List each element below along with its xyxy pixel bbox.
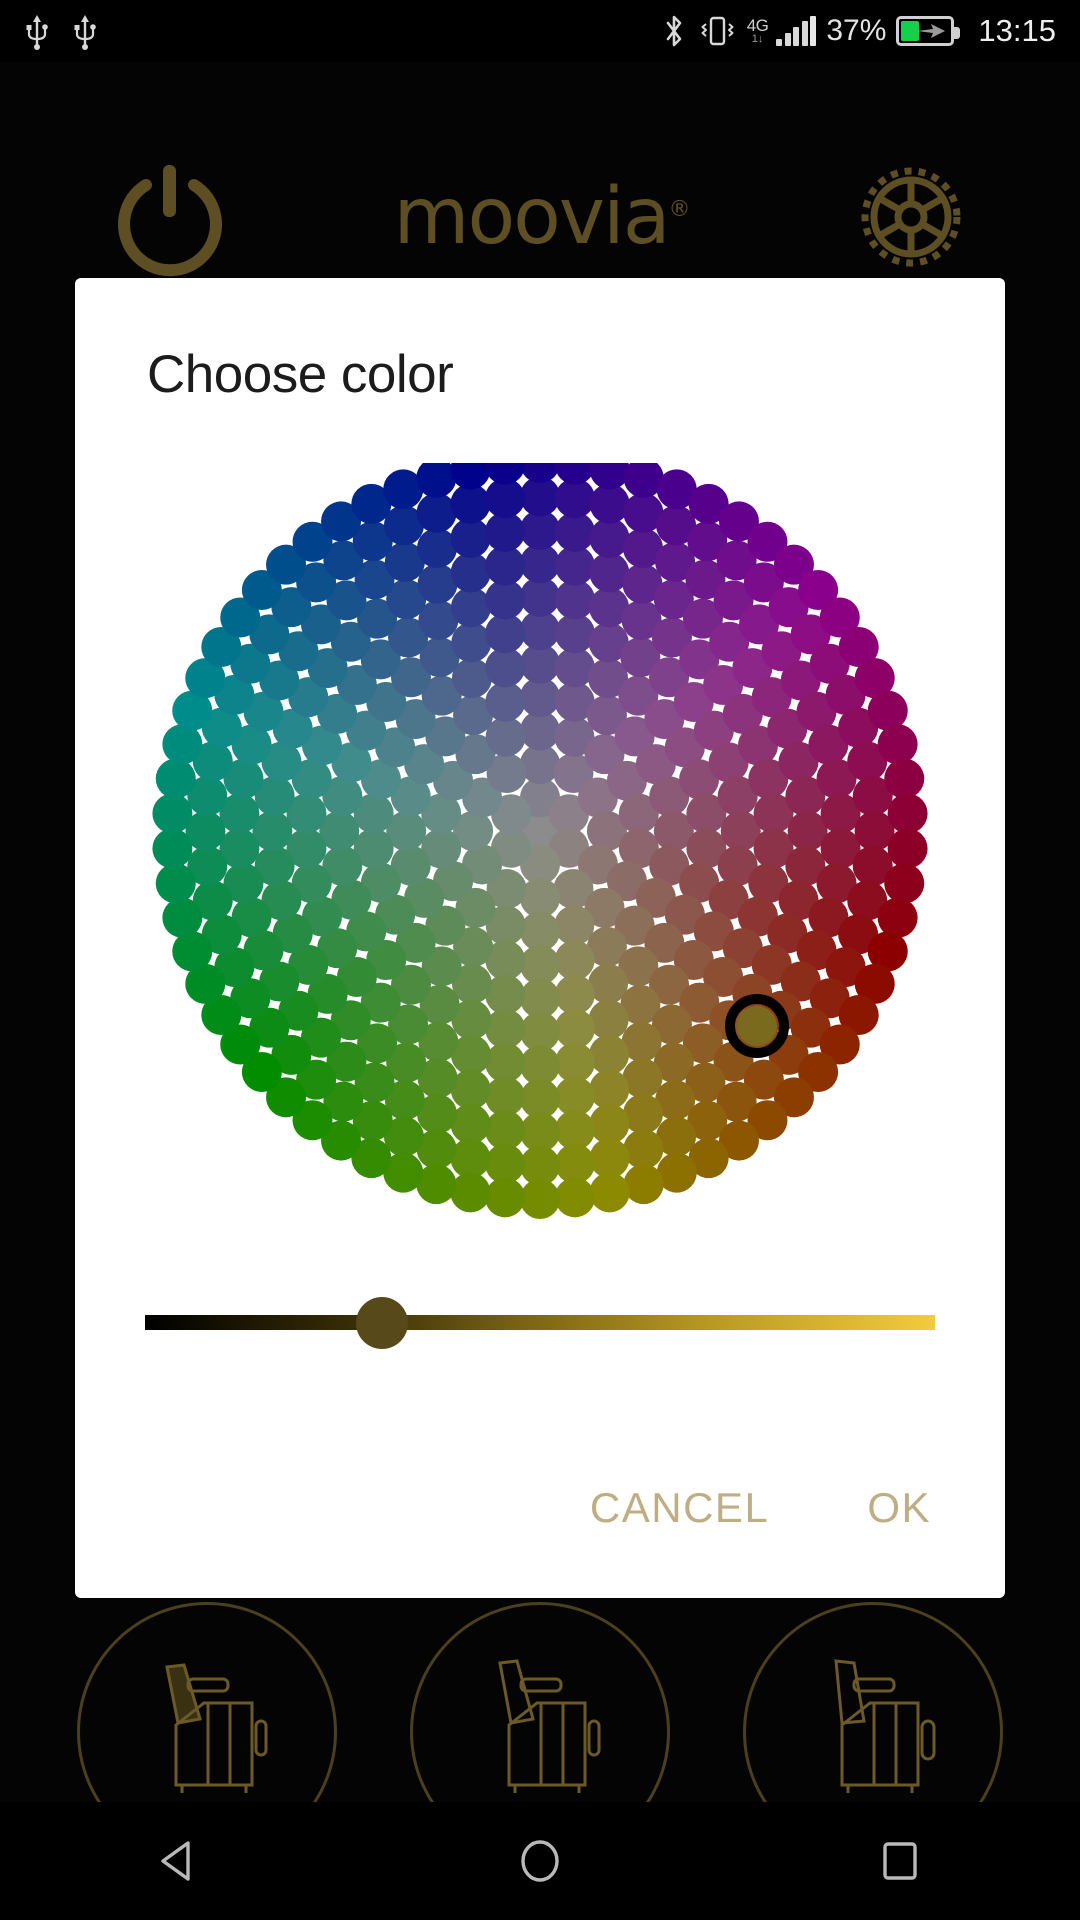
network-label: 4G [746,16,769,35]
ok-button[interactable]: OK [853,1474,945,1542]
slider-thumb[interactable] [356,1297,408,1349]
slider-track[interactable] [145,1315,935,1330]
value-brightness-slider[interactable] [145,1288,935,1358]
home-circle-icon [521,1840,559,1882]
color-wheel-container[interactable] [90,463,990,1243]
network-type: 4G 1↓ [747,17,769,45]
brand-trademark: ® [668,197,691,222]
app-header: moovia® [0,142,1080,292]
status-bar: 4G 1↓ 37% 13:15 [0,0,1080,62]
status-bar-right: 4G 1↓ 37% 13:15 [661,13,1056,49]
vibrate-icon [701,16,734,46]
brand-logo: moovia® [393,172,691,262]
recents-button[interactable] [845,1806,955,1916]
power-button-icon[interactable] [110,157,230,277]
status-bar-left [24,12,98,50]
dialog-actions: CANCEL OK [75,1418,1005,1598]
dialog-title: Choose color [147,345,454,404]
network-data-indicator: 1↓ [751,33,764,45]
signal-bars-icon [776,16,817,46]
phone-screen: 4G 1↓ 37% 13:15 moovia® Choose color CAN… [0,0,1080,1920]
seat-recliner-icon [164,1663,268,1793]
clock-label: 13:15 [978,13,1056,48]
home-button[interactable] [485,1806,595,1916]
seat-recliner-icon [834,1659,936,1793]
battery-percent-label: 37% [826,14,887,47]
hsv-color-wheel[interactable] [90,463,990,1223]
back-triangle-icon [161,1841,190,1881]
usb-icon [26,15,48,50]
charging-bolt-icon [917,24,946,38]
choose-color-dialog: Choose color CANCEL OK [75,278,1005,1598]
back-button[interactable] [125,1806,235,1916]
recents-square-icon [883,1842,917,1880]
gear-icon[interactable] [852,158,970,276]
seat-recliner-icon [498,1659,601,1793]
battery-charging-icon [896,16,961,46]
bluetooth-icon [666,15,681,47]
cancel-button[interactable]: CANCEL [576,1474,783,1542]
android-nav-bar [0,1802,1080,1920]
usb-icon [74,15,96,50]
brand-name: moovia [393,172,670,262]
